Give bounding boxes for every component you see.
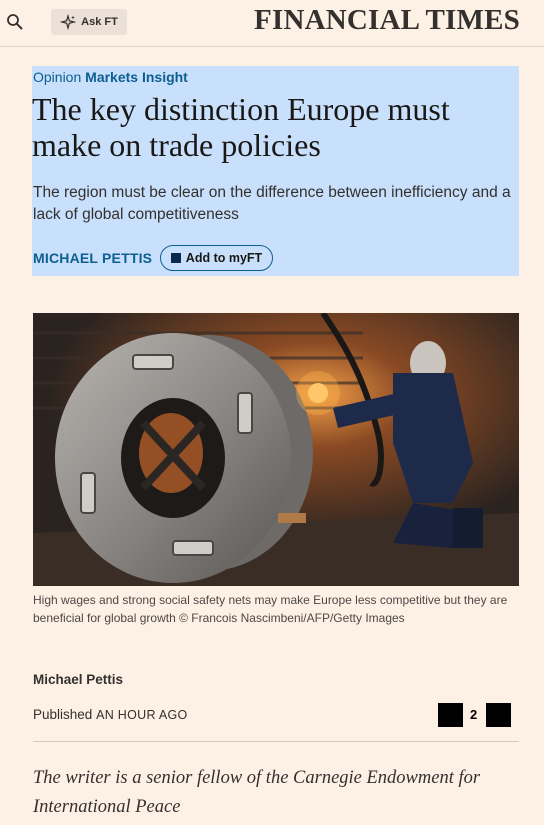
- series-link[interactable]: Markets Insight: [85, 69, 188, 85]
- author-link[interactable]: MICHAEL PETTIS: [33, 250, 152, 266]
- share-button[interactable]: [438, 703, 463, 727]
- author-note: The writer is a senior fellow of the Car…: [33, 768, 481, 817]
- section-link[interactable]: Opinion: [33, 69, 81, 85]
- article-main-image: [33, 313, 519, 586]
- article-kicker: Opinion Markets Insight: [33, 69, 188, 85]
- top-bar: Ask FT FINANCIAL TIMES: [0, 0, 544, 47]
- add-to-myft-label: Add to myFT: [185, 251, 263, 265]
- share-count: 2: [470, 707, 478, 722]
- published-label: Published: [33, 707, 93, 722]
- add-to-myft-button[interactable]: Add to myFT: [160, 245, 273, 271]
- article-headline: The key distinction Europe must make on …: [32, 91, 450, 163]
- myft-square-icon: [170, 253, 181, 263]
- article-standfirst: The region must be clear on the differen…: [33, 184, 511, 223]
- ask-ft-label: Ask FT: [81, 16, 118, 28]
- published-timestamp: Published AN HOUR AGO: [33, 707, 188, 722]
- ask-ft-button[interactable]: Ask FT: [51, 9, 127, 35]
- sparkle-icon: [60, 14, 77, 30]
- image-caption: High wages and strong social safety nets…: [33, 593, 508, 625]
- byline-author[interactable]: Michael Pettis: [33, 672, 123, 687]
- published-time: AN HOUR AGO: [96, 708, 188, 722]
- save-button[interactable]: [486, 703, 511, 727]
- search-icon[interactable]: [6, 13, 24, 31]
- divider: [33, 741, 519, 742]
- ft-logo[interactable]: FINANCIAL TIMES: [254, 4, 520, 37]
